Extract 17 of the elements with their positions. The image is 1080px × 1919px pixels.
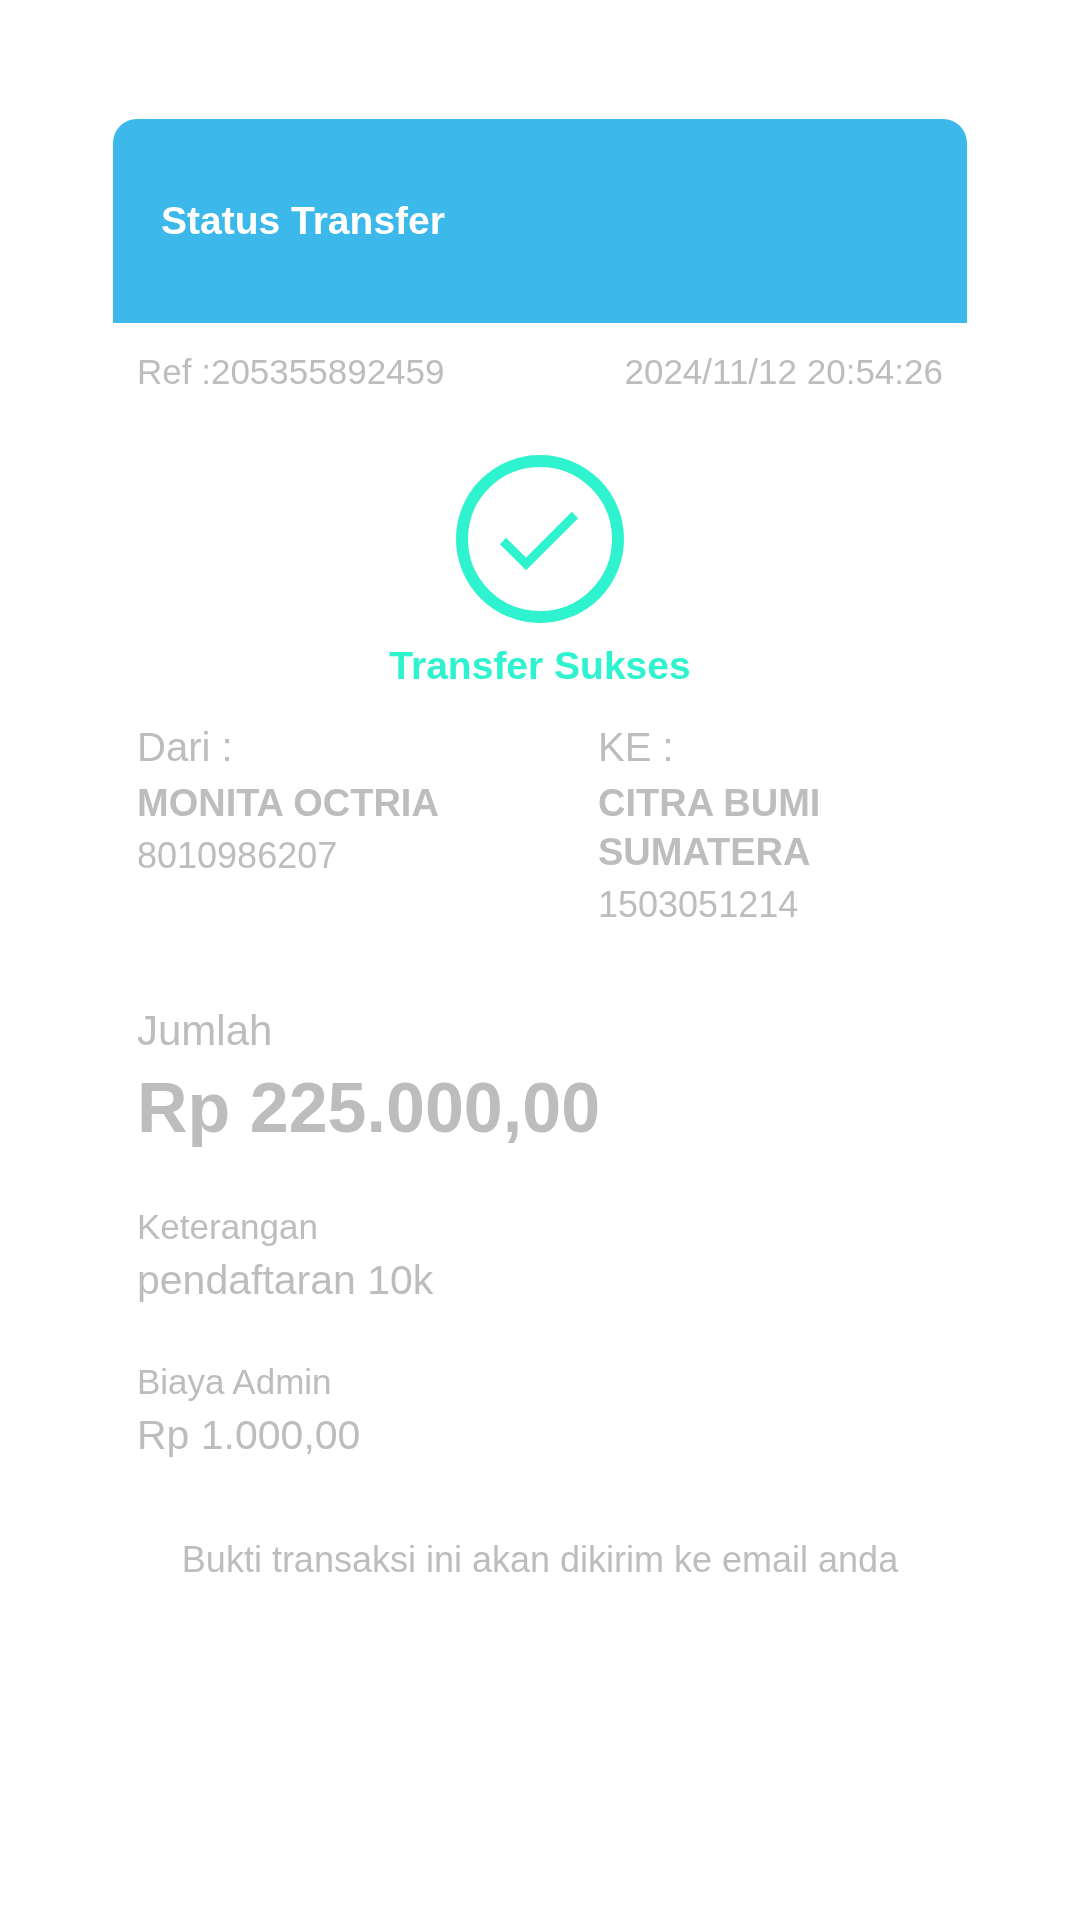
account-number: 8010986207 xyxy=(137,834,339,878)
account-number: 1503051214 xyxy=(598,883,800,927)
reference-number: Ref :205355892459 xyxy=(137,351,445,393)
header-title: Status Transfer xyxy=(161,198,445,244)
account-holder-name: CITRA BUMI SUMATERA xyxy=(598,781,822,875)
party-label: Dari : xyxy=(137,724,234,771)
detail-label: Biaya Admin xyxy=(137,1361,333,1403)
email-notice: Bukti transaksi ini akan dikirim ke email anda xyxy=(180,1538,900,1582)
status-label: Transfer Sukses xyxy=(388,643,692,689)
detail-label: Keterangan xyxy=(137,1206,319,1248)
detail-value: pendaftaran 10k xyxy=(137,1256,435,1304)
account-holder-name: MONITA OCTRIA xyxy=(137,781,440,826)
detail-value: Rp 1.000,00 xyxy=(137,1411,362,1459)
transaction-timestamp: 2024/11/12 20:54:26 xyxy=(624,351,943,393)
amount-label: Jumlah xyxy=(137,1006,274,1056)
amount-value: Rp 225.000,00 xyxy=(137,1068,602,1148)
party-label: KE : xyxy=(598,724,675,771)
